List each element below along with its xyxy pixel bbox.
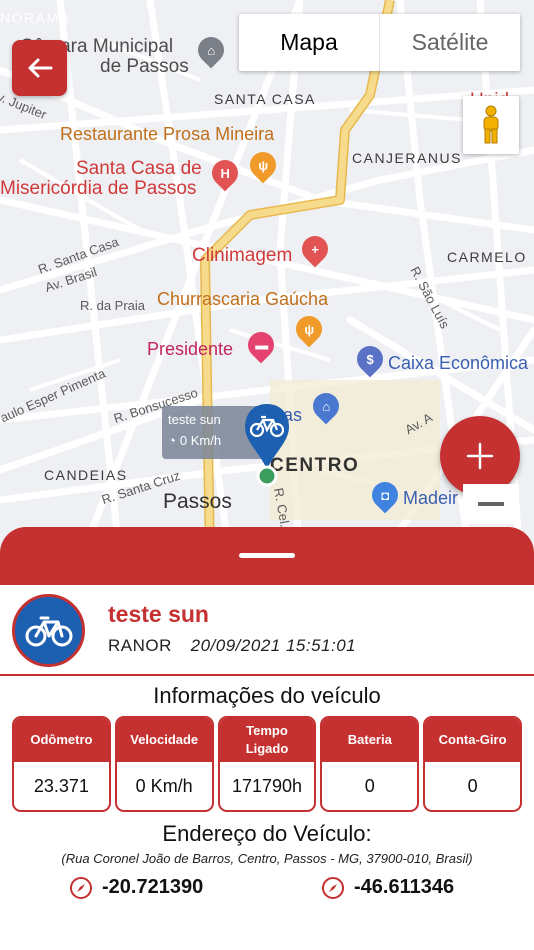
card-label: Velocidade <box>116 718 212 762</box>
latitude-row: -20.721390 <box>70 876 203 899</box>
map-label-clinimagem: Clinimagem <box>192 245 293 266</box>
card-label: Tempo Ligado <box>219 718 315 762</box>
back-arrow-icon <box>28 58 52 78</box>
map-label-caixa: Caixa Econômica <box>388 353 529 373</box>
longitude-value: -46.611346 <box>354 876 455 898</box>
compass-icon <box>322 876 344 899</box>
engine-time-card: Tempo Ligado 171790h <box>217 716 317 812</box>
vehicle-avatar <box>12 594 85 667</box>
address-text: (Rua Coronel João de Barros, Centro, Pas… <box>61 851 473 866</box>
map-label-presidente: Presidente <box>147 339 234 359</box>
sheet-drag-handle[interactable] <box>239 553 295 558</box>
map-label-canjeranus: CANJERANUS <box>352 150 462 166</box>
section-divider <box>0 674 534 676</box>
card-label: Bateria <box>322 718 418 762</box>
map-label-carmelo: CARMELO <box>447 249 527 265</box>
vehicle-info-title: Informações do veículo <box>153 683 381 708</box>
map-type-map-button[interactable]: Mapa <box>239 14 379 71</box>
plus-icon <box>466 442 494 470</box>
map-label-santa-casa-district: SANTA CASA <box>214 91 316 107</box>
map-label-santa-casa-hospital: Santa Casa de <box>76 158 202 179</box>
speedometer-icon: ◔ <box>168 433 176 448</box>
longitude-row: -46.611346 <box>322 876 454 899</box>
compass-icon <box>70 876 92 899</box>
odometer-card: Odômetro 23.371 <box>12 716 111 812</box>
map-label-panorama: NORAMA <box>0 10 71 26</box>
map-label-madeir: Madeir <box>403 488 459 508</box>
vehicle-marker[interactable] <box>243 402 291 488</box>
map-label-r-da-praia: R. da Praia <box>80 298 146 313</box>
card-value: 0 Km/h <box>135 775 193 796</box>
map-label-restaurante: Restaurante Prosa Mineira <box>60 124 275 144</box>
card-value: 0 <box>467 775 478 796</box>
map-label-candeias: CANDEIAS <box>44 467 128 483</box>
map-type-satellite-button[interactable]: Satélite <box>379 14 520 71</box>
speed-card: Velocidade 0 Km/h <box>114 716 214 812</box>
map-type-selector[interactable]: Mapa Satélite <box>239 14 520 71</box>
map-label-churrascaria: Churrascaria Gaúcha <box>157 289 329 309</box>
map-label-passos: Passos <box>163 490 232 513</box>
map-view[interactable]: NORAMA Câmara Municipal de Passos ⌂ SANT… <box>0 0 534 560</box>
zoom-out-button[interactable] <box>463 484 519 524</box>
battery-card: Bateria 0 <box>320 716 420 812</box>
map-label-misericordia: Misericórdia de Passos <box>0 178 197 199</box>
card-value: 171790h <box>231 775 303 796</box>
rpm-card: Conta-Giro 0 <box>423 716 522 812</box>
vehicle-datetime: 20/09/2021 15:51:01 <box>190 636 357 655</box>
map-label-camara2: de Passos <box>100 56 189 77</box>
vehicle-name: teste sun <box>108 601 209 627</box>
card-label: Conta-Giro <box>425 718 520 762</box>
card-label: Odômetro <box>14 718 109 762</box>
minus-icon <box>478 502 504 506</box>
vehicle-tag-speed: 0 Km/h <box>179 433 222 448</box>
pegman-icon <box>483 105 499 144</box>
card-value: 0 <box>364 775 375 796</box>
vehicle-brand: RANOR <box>108 636 172 655</box>
card-value: 23.371 <box>33 775 89 796</box>
vehicle-info-cards: Odômetro 23.371 Velocidade 0 Km/h Tempo … <box>12 716 522 812</box>
bicycle-icon <box>25 616 72 646</box>
back-button[interactable] <box>12 40 67 96</box>
latitude-value: -20.721390 <box>102 876 204 898</box>
vehicle-summary: teste sun RANOR 20/09/2021 15:51:01 <box>0 586 534 674</box>
address-title: Endereço do Veículo: <box>162 821 372 846</box>
street-view-button[interactable] <box>463 96 519 154</box>
